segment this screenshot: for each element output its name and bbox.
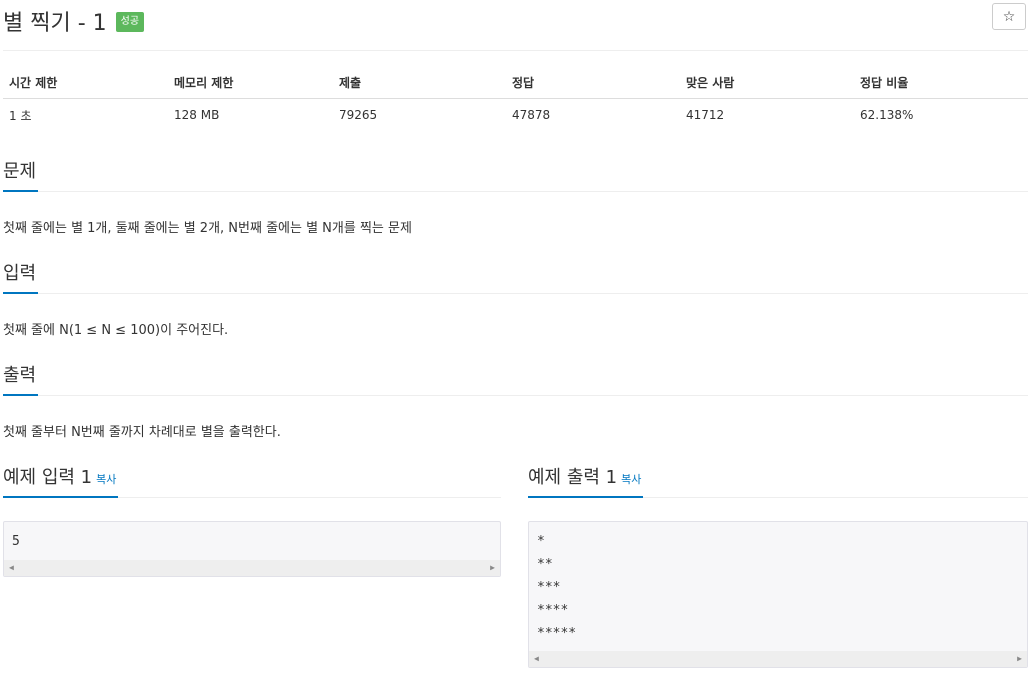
sample-output-line: ***** [537, 626, 577, 641]
sample-input-lines: 5 [4, 522, 500, 557]
sample-output-scrollbar[interactable]: ◀ ▶ [529, 651, 1027, 667]
value-memory-limit: 128 MB [174, 108, 220, 122]
section-title: 예제 출력 1 복사 [528, 461, 644, 498]
section-title: 출력 [3, 365, 39, 396]
sample-input-section: 예제 입력 1 복사 [3, 461, 501, 498]
section-title: 입력 [3, 263, 39, 294]
section-header: 예제 출력 1 복사 [528, 461, 1028, 498]
output-description: 첫째 줄부터 N번째 줄까지 차례대로 별을 출력한다. [3, 425, 281, 440]
section-header: 문제 [3, 161, 1028, 192]
header-time-limit: 시간 제한 [3, 66, 168, 99]
header-accept-ratio: 정답 비율 [854, 66, 1028, 99]
section-title: 문제 [3, 161, 39, 192]
star-icon: ☆ [1002, 8, 1016, 25]
output-section: 출력 첫째 줄부터 N번째 줄까지 차례대로 별을 출력한다. [3, 365, 1028, 441]
sample-output-line: * [537, 534, 545, 549]
input-description: 첫째 줄에 N(1 ≤ N ≤ 100)이 주어진다. [3, 323, 229, 338]
copy-sample-output-link[interactable]: 복사 [621, 473, 641, 486]
header-submissions: 제출 [333, 66, 506, 99]
value-accepted: 47878 [512, 108, 551, 122]
sample-output-title: 예제 출력 1 [528, 467, 618, 488]
sample-output-line: *** [537, 580, 561, 595]
scroll-right-icon[interactable]: ▶ [1017, 654, 1022, 663]
sample-output-box[interactable]: * ** *** **** ***** ◀ ▶ [528, 521, 1028, 668]
value-solved-users: 41712 [686, 108, 725, 122]
sample-output-lines: * ** *** **** ***** [529, 522, 1027, 649]
problem-description: 첫째 줄에는 별 1개, 둘째 줄에는 별 2개, N번째 줄에는 별 N개를 … [3, 221, 412, 236]
sample-input-title: 예제 입력 1 [3, 467, 93, 488]
sample-output-line: ** [537, 557, 553, 572]
scroll-left-icon[interactable]: ◀ [534, 654, 539, 663]
title-divider [3, 50, 1028, 51]
copy-sample-input-link[interactable]: 복사 [96, 473, 116, 486]
section-header: 입력 [3, 263, 1028, 294]
section-header: 예제 입력 1 복사 [3, 461, 501, 498]
header-accepted: 정답 [506, 66, 680, 99]
page-title: 별 찍기 - 1 [3, 11, 107, 36]
problem-page: 별 찍기 - 1 성공 ☆ 시간 제한 메모리 제한 제출 정답 맞은 사람 정… [0, 0, 1031, 682]
problem-info-table: 시간 제한 메모리 제한 제출 정답 맞은 사람 정답 비율 1 초 128 M… [3, 66, 1028, 131]
sample-input-line: 5 [12, 534, 20, 549]
value-time-limit: 1 초 [9, 108, 32, 123]
section-title: 예제 입력 1 복사 [3, 461, 119, 498]
favorite-button[interactable]: ☆ [992, 3, 1026, 30]
sample-output-line: **** [537, 603, 569, 618]
sample-output-section: 예제 출력 1 복사 [528, 461, 1028, 498]
info-value-row: 1 초 128 MB 79265 47878 41712 62.138% [3, 99, 1028, 132]
info-header-row: 시간 제한 메모리 제한 제출 정답 맞은 사람 정답 비율 [3, 66, 1028, 99]
sample-input-box[interactable]: 5 ◀ ▶ [3, 521, 501, 577]
scroll-right-icon[interactable]: ▶ [490, 563, 495, 572]
header-memory-limit: 메모리 제한 [168, 66, 333, 99]
value-accept-ratio: 62.138% [860, 108, 914, 122]
status-badge: 성공 [115, 12, 145, 32]
scroll-left-icon[interactable]: ◀ [9, 563, 14, 572]
section-header: 출력 [3, 365, 1028, 396]
input-section: 입력 첫째 줄에 N(1 ≤ N ≤ 100)이 주어진다. [3, 263, 1028, 339]
problem-section: 문제 첫째 줄에는 별 1개, 둘째 줄에는 별 2개, N번째 줄에는 별 N… [3, 161, 1028, 237]
title-row: 별 찍기 - 1 성공 [3, 6, 145, 36]
header-solved-users: 맞은 사람 [680, 66, 854, 99]
value-submissions: 79265 [339, 108, 378, 122]
sample-input-scrollbar[interactable]: ◀ ▶ [4, 560, 500, 576]
